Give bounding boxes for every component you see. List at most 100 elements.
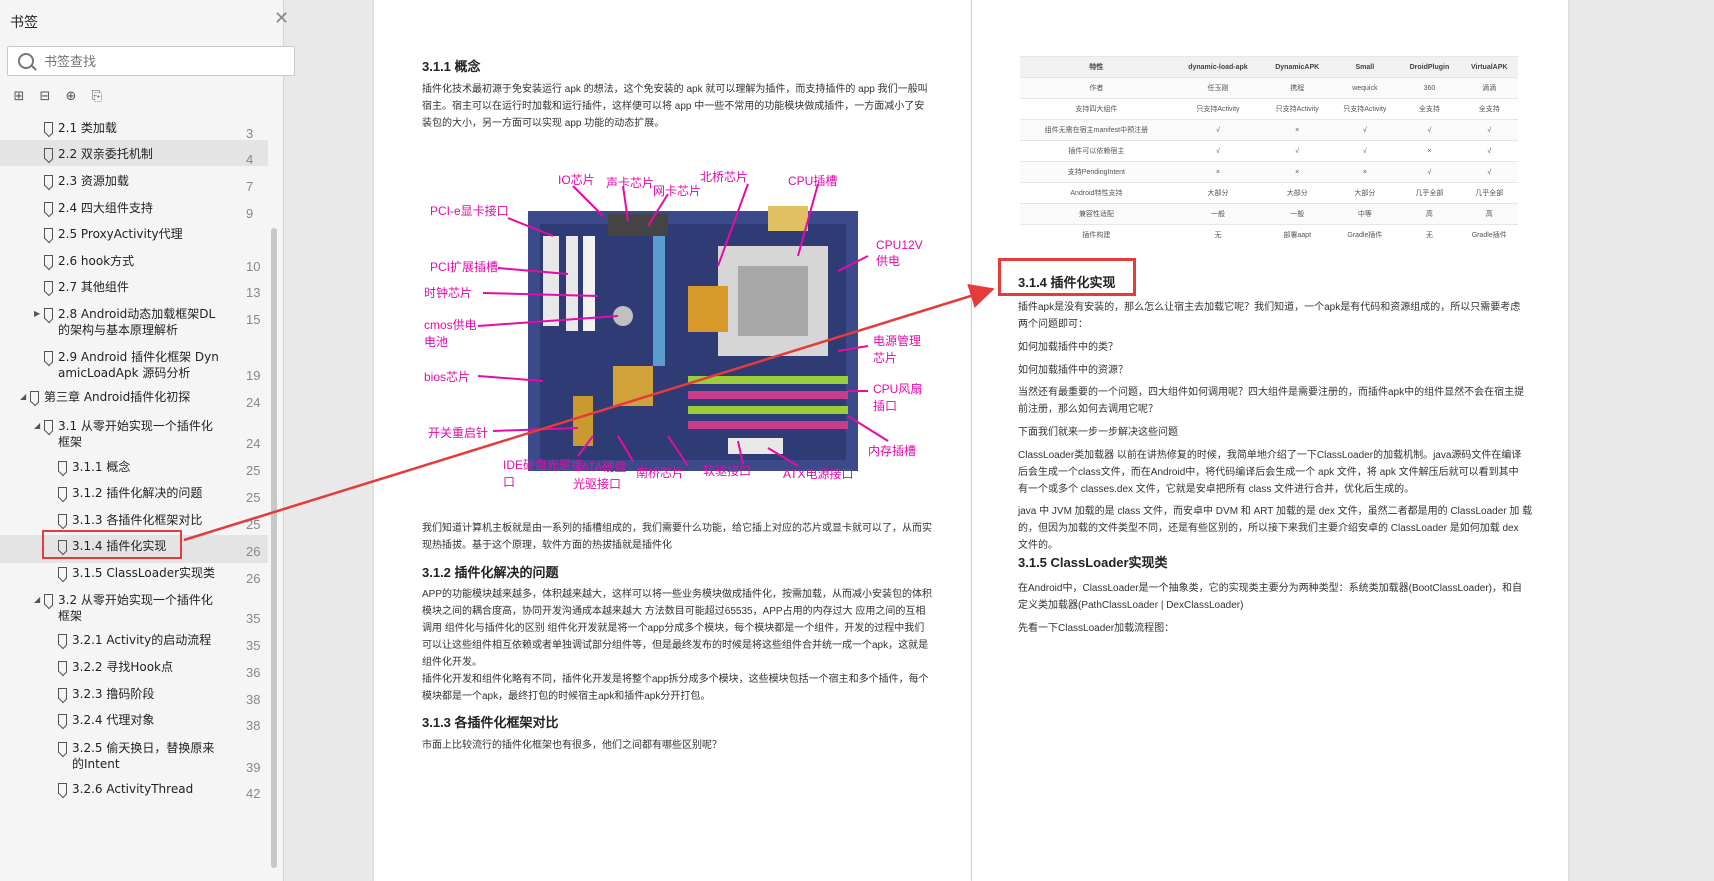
table-header-row: 特性 dynamic-load-apk DynamicAPK Small Dro… xyxy=(1020,56,1518,78)
table-cell: 大部分 xyxy=(1331,182,1399,204)
board-label: 南桥芯片 xyxy=(636,466,685,480)
table-header-cell: DroidPlugin xyxy=(1398,56,1461,78)
table-cell: × xyxy=(1263,119,1332,141)
page-number: 9 xyxy=(246,206,254,221)
document-page-right: 特性 dynamic-load-apk DynamicAPK Small Dro… xyxy=(972,0,1568,881)
table-cell: 全支持 xyxy=(1460,98,1518,120)
collapse-icon[interactable]: ◢ xyxy=(34,595,40,604)
paragraph: 现热插拔。基于这个原理，软件方面的热拔插就是插件化 xyxy=(422,540,672,551)
section-heading: 3.1.2 插件化解决的问题 xyxy=(422,565,559,580)
table-row: 插件构建无部署aapt Gradle插件无 Gradle插件 xyxy=(1020,224,1518,245)
table-cell: wequick xyxy=(1331,77,1399,99)
bookmark-icon[interactable]: ⎘ xyxy=(90,90,104,104)
board-label: 网卡芯片 xyxy=(653,184,702,198)
board-label: cmos供电电池 xyxy=(424,318,477,349)
board-label: CPU插槽 xyxy=(788,174,838,188)
paragraph: 有一个或多个 classes.dex 文件，它就是安卓把所有 class 文件进… xyxy=(1018,484,1415,495)
bookmark-icon xyxy=(44,148,53,159)
paragraph: 可以让这些组件相互依赖或者单独调试部分组件等，但是最终发布的时候是将这些组件合并… xyxy=(422,640,929,651)
table-cell: 只支持Activity xyxy=(1331,98,1399,120)
bookmark-panel: 书签 ✕ ⊞ ⊟ ⊕ ⎘ 2.1 类加载 3 2.2 双亲委托机制 4 2.3 … xyxy=(0,0,295,881)
table-row: 兼容性适配 一般 一般 中等高高 xyxy=(1020,203,1518,225)
table-cell: √ xyxy=(1398,119,1461,141)
bookmark-icon xyxy=(58,661,67,672)
table-row: Android特性支持 大部分 大部分 大部分 几乎全部 几乎全部 xyxy=(1020,182,1518,204)
search-icon xyxy=(18,53,34,69)
paragraph: 如何加载插件中的资源？ xyxy=(1018,365,1128,376)
collapse-icon[interactable]: ◢ xyxy=(20,392,26,401)
table-row: 组件无需在宿主manifest中预注册 √ × √ √ √ xyxy=(1020,119,1518,141)
board-label: PCI-e显卡接口 xyxy=(430,204,509,218)
table-cell: 一般 xyxy=(1263,203,1332,225)
section-heading: 3.1.5 ClassLoader实现类 xyxy=(1018,555,1168,570)
table-header-cell: 特性 xyxy=(1020,56,1173,78)
bookmark-icon xyxy=(58,742,67,753)
table-cell: 高 xyxy=(1460,203,1518,225)
paragraph: 定义类加载器(PathClassLoader | DexClassLoader) xyxy=(1018,600,1244,611)
table-cell: √ xyxy=(1398,161,1461,183)
bookmark-icon xyxy=(44,122,53,133)
paragraph: java 中 JVM 加载的是 class 文件，而安卓中 DVM 和 ART … xyxy=(1018,506,1533,517)
board-label: 开关重启针 xyxy=(428,426,489,440)
table-row: 支持PendingIntent × × × √ √ xyxy=(1020,161,1518,183)
collapse-all-icon[interactable]: ⊟ xyxy=(38,90,52,104)
paragraph: 宿主。宿主可以在运行时加载和运行插件，这样便可以将 app 中一些不常用的功能模… xyxy=(422,101,925,112)
bookmark-icon xyxy=(58,567,67,578)
table-cell: Gradle插件 xyxy=(1460,224,1518,245)
bookmark-icon xyxy=(44,420,53,431)
table-row: 作者 任玉刚 携程 wequick 360 滴滴 xyxy=(1020,77,1518,99)
bookmark-icon xyxy=(58,783,67,794)
table-cell: 任玉刚 xyxy=(1172,77,1264,99)
paragraph: 插件化开发和组件化略有不同，插件化开发是将整个app拆分成多个模块，这些模块包括… xyxy=(422,674,929,685)
paragraph: 后会生成一个class文件，而在Android中，将代码编译后会生成一个 apk… xyxy=(1018,467,1519,478)
bookmark-icon xyxy=(44,281,53,292)
paragraph: 在Android中，ClassLoader是一个抽象类，它的实现类主要分为两种类… xyxy=(1018,583,1522,594)
table-cell: √ xyxy=(1172,119,1264,141)
paragraph: 前注册，那么如何去调用它呢？ xyxy=(1018,404,1158,415)
document-page-left: 3.1.1 概念 插件化技术最初源于免安装运行 apk 的想法，这个免安装的 a… xyxy=(374,0,971,881)
paragraph: 市面上比较流行的插件化框架也有很多，他们之间都有哪些区别呢？ xyxy=(422,740,722,751)
table-cell: 只支持Activity xyxy=(1263,98,1332,120)
bookmark-search-input[interactable] xyxy=(42,51,286,73)
add-bookmark-icon[interactable]: ⊕ xyxy=(64,90,78,104)
sidebar-scrollbar[interactable] xyxy=(271,228,277,868)
bookmark-icon xyxy=(44,594,53,605)
paragraph: ClassLoader类加载器 以前在讲热修复的时候，我简单地介绍了一下Clas… xyxy=(1018,450,1522,461)
table-cell: 几乎全部 xyxy=(1460,182,1518,204)
heading-highlight-box xyxy=(998,258,1136,296)
paragraph: 下面我们就来一步一步解决这些问题 xyxy=(1018,427,1178,438)
bookmark-icon xyxy=(44,175,53,186)
table-cell: 作者 xyxy=(1020,77,1173,99)
paragraph: 插件apk是没有安装的，那么怎么让宿主去加载它呢？我们知道，一个apk是有代码和… xyxy=(1018,302,1521,313)
table-cell: 大部分 xyxy=(1263,182,1332,204)
paragraph: 调用 组件化与插件化的区别 组件化开发就是将一个app分成多个模块，每个模块都是… xyxy=(422,623,925,634)
table-cell: 360 xyxy=(1398,77,1461,99)
table-cell: 几乎全部 xyxy=(1398,182,1461,204)
paragraph: 如何加载插件中的类？ xyxy=(1018,342,1118,353)
table-row: 支持四大组件 只支持Activity 只支持Activity 只支持Activity 全… xyxy=(1020,98,1518,120)
bookmark-icon xyxy=(58,461,67,472)
board-label: PCI扩展插槽 xyxy=(430,260,499,274)
page-number: 4 xyxy=(246,152,254,167)
board-label: 声卡芯片 xyxy=(606,176,655,190)
table-cell: √ xyxy=(1460,140,1518,162)
paragraph: 装包的大小，另一方面可以实现 app 功能的动态扩展。 xyxy=(422,118,665,129)
bookmark-icon xyxy=(44,308,53,319)
bookmark-search[interactable] xyxy=(7,46,295,76)
expand-icon[interactable]: ▶ xyxy=(34,309,40,318)
table-cell: 无 xyxy=(1398,224,1461,245)
bookmark-icon xyxy=(58,688,67,699)
table-cell: × xyxy=(1398,140,1461,162)
board-label: 北桥芯片 xyxy=(700,170,749,184)
table-cell: 中等 xyxy=(1331,203,1399,225)
table-cell: 滴滴 xyxy=(1460,77,1518,99)
table-cell: 支持四大组件 xyxy=(1020,98,1173,120)
bookmark-icon xyxy=(58,487,67,498)
table-cell: 兼容性适配 xyxy=(1020,203,1173,225)
bookmark-icon xyxy=(58,634,67,645)
expand-all-icon[interactable]: ⊞ xyxy=(12,90,26,104)
section-heading: 3.1.3 各插件化框架对比 xyxy=(422,715,559,730)
close-icon[interactable]: ✕ xyxy=(274,10,289,28)
table-row: 插件可以依赖宿主 √ √ √ × √ xyxy=(1020,140,1518,162)
collapse-icon[interactable]: ◢ xyxy=(34,421,40,430)
